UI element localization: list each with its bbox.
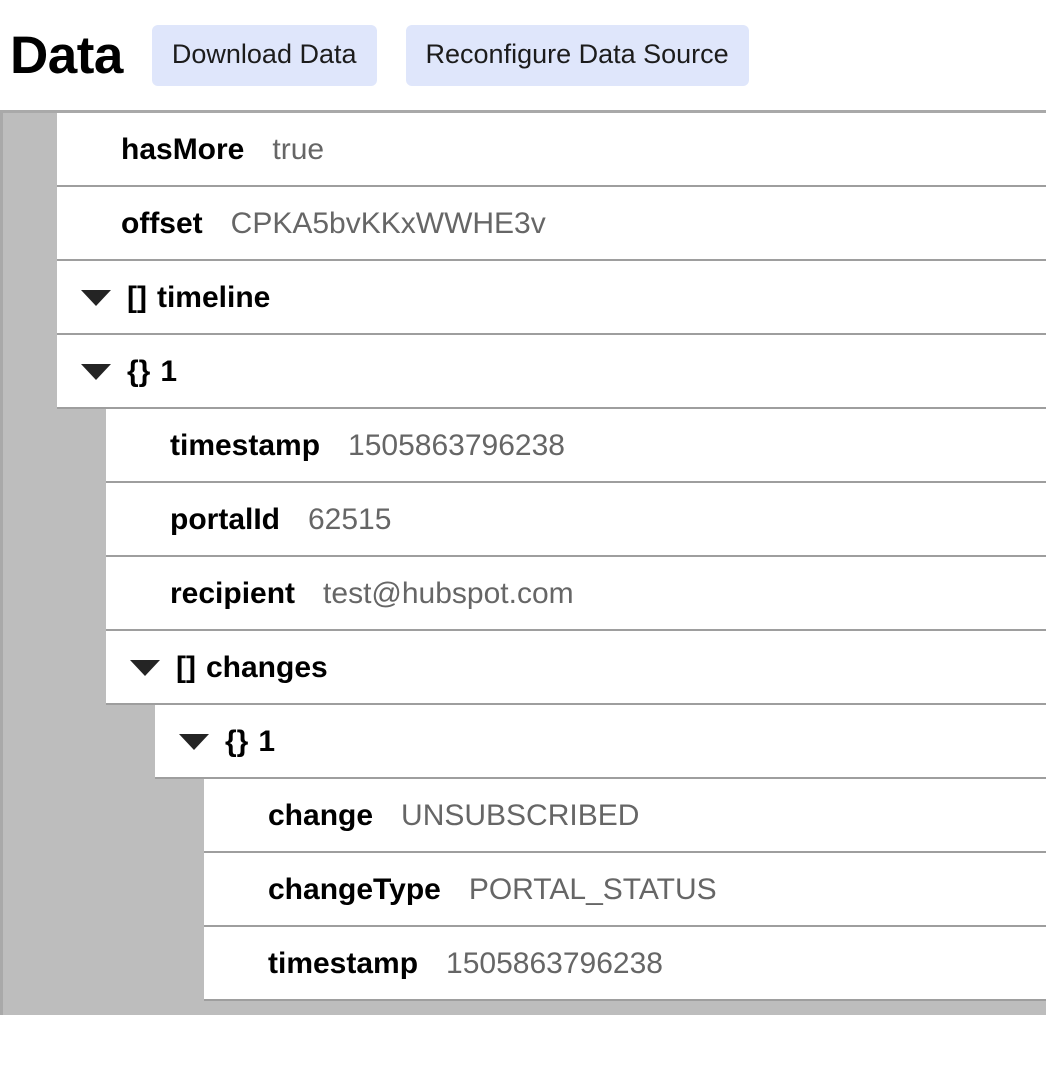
tree-row-key: timeline <box>156 280 271 314</box>
tree-row-key: timestamp <box>268 946 419 980</box>
caret-down-icon[interactable] <box>81 363 111 380</box>
page-title: Data <box>10 25 123 85</box>
tree-row-list: hasMore true offset CPKA5bvKKxWWHE3v [] timel… <box>3 113 1046 1001</box>
download-data-button[interactable]: Download Data <box>151 24 377 86</box>
tree-row-changeType[interactable]: changeType PORTAL_STATUS <box>204 853 1046 927</box>
tree-row-value: true <box>272 132 325 166</box>
tree-row-change[interactable]: change UNSUBSCRIBED <box>204 779 1046 853</box>
tree-row-value: UNSUBSCRIBED <box>401 798 640 832</box>
page-header: Data Download Data Reconfigure Data Sour… <box>0 0 1046 110</box>
tree-row-key: recipient <box>170 576 296 610</box>
tree-row-value: 1505863796238 <box>446 946 663 980</box>
array-marker-icon: [] <box>127 280 147 314</box>
tree-row-changeTimestamp[interactable]: timestamp 1505863796238 <box>204 927 1046 1001</box>
tree-row-key: offset <box>121 206 203 240</box>
tree-row-portalId[interactable]: portalId 62515 <box>106 483 1046 557</box>
array-marker-icon: [] <box>176 650 196 684</box>
tree-row-timestamp[interactable]: timestamp 1505863796238 <box>106 409 1046 483</box>
object-marker-icon: {} <box>225 724 249 758</box>
tree-row-key: changes <box>205 650 328 684</box>
tree-row-changes-0[interactable]: {} 1 <box>155 705 1046 779</box>
tree-row-offset[interactable]: offset CPKA5bvKKxWWHE3v <box>57 187 1046 261</box>
tree-row-value: 1505863796238 <box>348 428 565 462</box>
tree-row-key: hasMore <box>121 132 245 166</box>
tree-row-timeline-0[interactable]: {} 1 <box>57 335 1046 409</box>
tree-row-value: 62515 <box>308 502 392 536</box>
tree-row-key: portalId <box>170 502 280 536</box>
tree-row-hasMore[interactable]: hasMore true <box>57 113 1046 187</box>
object-marker-icon: {} <box>127 354 151 388</box>
tree-row-key: timestamp <box>170 428 321 462</box>
tree-row-key: changeType <box>268 872 441 906</box>
tree-row-changes[interactable]: [] changes <box>106 631 1046 705</box>
tree-row-value: PORTAL_STATUS <box>468 872 717 906</box>
tree-row-key: 1 <box>258 724 276 758</box>
tree-row-timeline[interactable]: [] timeline <box>57 261 1046 335</box>
caret-down-icon[interactable] <box>130 659 160 676</box>
tree-row-value: CPKA5bvKKxWWHE3v <box>230 206 546 240</box>
caret-down-icon[interactable] <box>81 289 111 306</box>
caret-down-icon[interactable] <box>179 733 209 750</box>
tree-row-key: change <box>268 798 374 832</box>
json-tree-viewer[interactable]: hasMore true offset CPKA5bvKKxWWHE3v [] timel… <box>0 110 1046 1015</box>
reconfigure-data-source-button[interactable]: Reconfigure Data Source <box>405 24 749 86</box>
tree-row-key: 1 <box>160 354 178 388</box>
tree-row-recipient[interactable]: recipient test@hubspot.com <box>106 557 1046 631</box>
tree-row-value: test@hubspot.com <box>323 576 574 610</box>
